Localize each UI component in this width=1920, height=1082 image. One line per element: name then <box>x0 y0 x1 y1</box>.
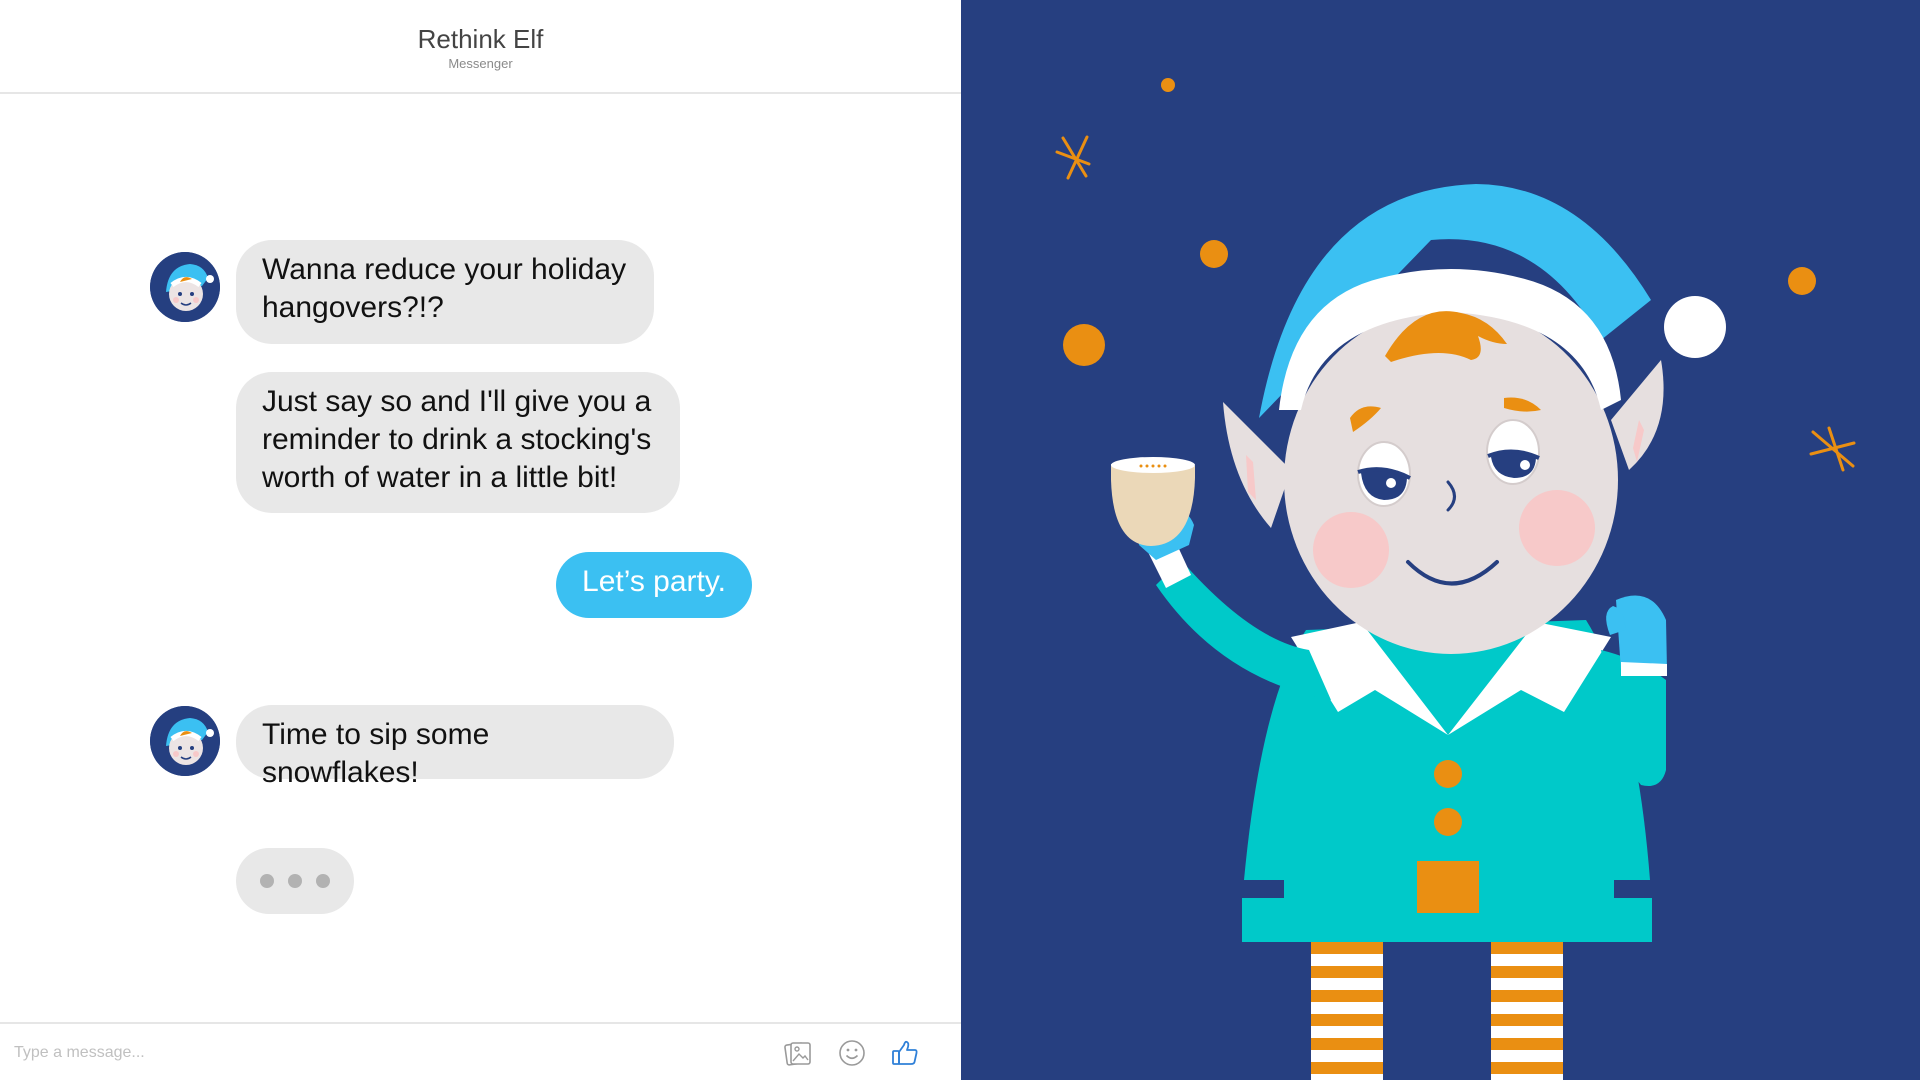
elf-avatar <box>150 706 220 776</box>
emoji-icon[interactable] <box>836 1037 868 1069</box>
bot-message-bubble: Time to sip some snowflakes! <box>236 705 674 789</box>
user-message-bubble: Let’s party. <box>556 552 752 618</box>
chat-title: Rethink Elf <box>417 24 544 54</box>
elf-illustration <box>1055 78 1856 1080</box>
typing-dot <box>316 874 330 888</box>
typing-dot <box>288 874 302 888</box>
message-composer <box>0 1022 961 1082</box>
bot-message-bubble: Just say so and I'll give you a reminder… <box>236 372 680 513</box>
chat-panel: Rethink Elf Messenger Wanna reduce your … <box>0 0 961 1080</box>
typing-dot <box>260 874 274 888</box>
message-input[interactable] <box>12 1036 716 1070</box>
elf-avatar <box>150 252 220 322</box>
elf-illustration-panel <box>961 0 1920 1080</box>
chat-subtitle: Messenger <box>448 56 513 71</box>
thumbs-up-icon[interactable] <box>889 1037 921 1069</box>
photo-icon[interactable] <box>782 1037 814 1069</box>
bot-message-bubble: Wanna reduce your holiday hangovers?!? <box>236 240 654 344</box>
chat-header: Rethink Elf Messenger <box>0 0 961 94</box>
typing-indicator <box>236 848 354 914</box>
